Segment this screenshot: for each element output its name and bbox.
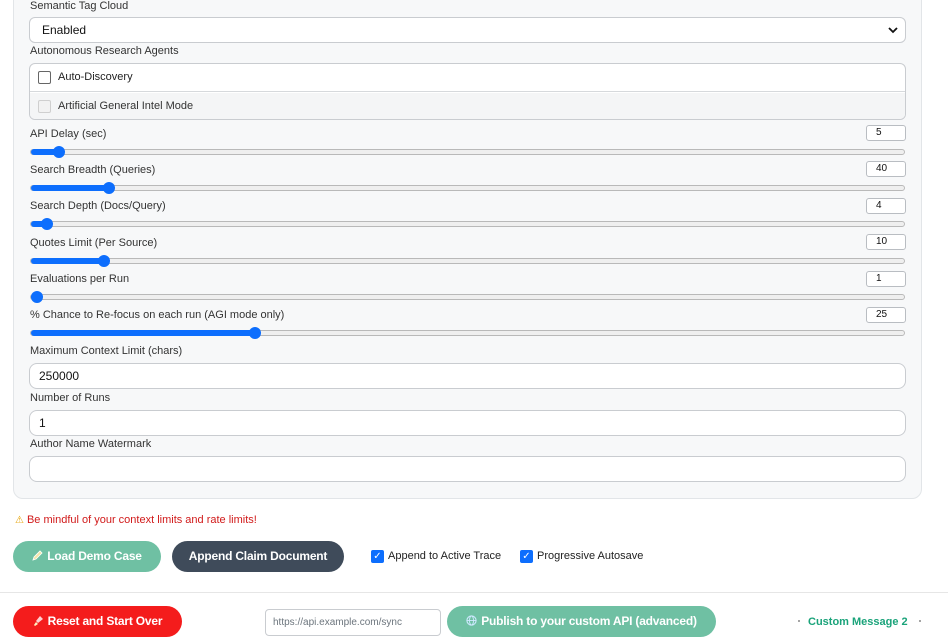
- publish-api-button[interactable]: Publish to your custom API (advanced): [447, 606, 716, 637]
- append-trace-label: Append to Active Trace: [388, 550, 502, 562]
- refocus-chance-value[interactable]: 25: [866, 307, 906, 323]
- separator-dot: [919, 620, 921, 622]
- rate-limit-warning: ⚠ Be mindful of your context limits and r…: [15, 514, 257, 526]
- semantic-tag-cloud-value: Enabled: [42, 23, 87, 37]
- agents-label: Autonomous Research Agents: [30, 45, 179, 57]
- slider-label: % Chance to Re-focus on each run (AGI mo…: [30, 309, 285, 321]
- num-runs-input[interactable]: 1: [29, 410, 906, 436]
- search-breadth-value[interactable]: 40: [866, 161, 906, 177]
- custom-message[interactable]: Custom Message 2: [808, 616, 908, 628]
- append-claim-button[interactable]: Append Claim Document: [172, 541, 344, 572]
- search-depth-slider[interactable]: [30, 218, 905, 230]
- refocus-chance-slider[interactable]: [30, 327, 905, 339]
- reset-label: Reset and Start Over: [47, 614, 163, 628]
- chevron-down-icon: [888, 27, 898, 34]
- autosave-label: Progressive Autosave: [537, 550, 644, 562]
- slider-thumb[interactable]: [52, 146, 65, 158]
- evaluations-value[interactable]: 1: [866, 271, 906, 287]
- evaluations-slider[interactable]: [30, 291, 905, 303]
- brush-icon: [33, 616, 43, 626]
- agi-mode-checkbox: [38, 100, 51, 113]
- agi-mode-label: Artificial General Intel Mode: [58, 100, 194, 112]
- author-watermark-label: Author Name Watermark: [30, 438, 152, 450]
- author-watermark-input[interactable]: [29, 456, 906, 482]
- quotes-limit-slider[interactable]: [30, 255, 905, 267]
- footer-divider: [0, 592, 948, 593]
- max-context-label: Maximum Context Limit (chars): [30, 345, 183, 357]
- search-breadth-slider[interactable]: [30, 182, 905, 194]
- load-demo-label: Load Demo Case: [47, 549, 142, 563]
- slider-thumb[interactable]: [31, 291, 43, 303]
- load-demo-button[interactable]: Load Demo Case: [13, 541, 161, 572]
- warning-icon: ⚠: [15, 515, 24, 526]
- globe-icon: [466, 615, 477, 626]
- slider-label: Evaluations per Run: [30, 273, 130, 285]
- append-trace-checkbox[interactable]: ✓: [371, 550, 384, 563]
- api-url-input[interactable]: https://api.example.com/sync: [265, 609, 441, 636]
- search-depth-value[interactable]: 4: [866, 198, 906, 214]
- autosave-checkbox[interactable]: ✓: [520, 550, 533, 563]
- separator-dot: [798, 620, 800, 622]
- max-context-input[interactable]: 250000: [29, 363, 906, 389]
- reset-button[interactable]: Reset and Start Over: [13, 606, 182, 637]
- slider-thumb[interactable]: [248, 327, 261, 339]
- publish-api-label: Publish to your custom API (advanced): [481, 614, 697, 628]
- api-delay-slider[interactable]: [30, 146, 905, 158]
- slider-label: API Delay (sec): [30, 128, 107, 140]
- semantic-tag-cloud-select[interactable]: Enabled: [29, 17, 906, 43]
- slider-label: Quotes Limit (Per Source): [30, 237, 158, 249]
- api-delay-value[interactable]: 5: [866, 125, 906, 141]
- quotes-limit-value[interactable]: 10: [866, 234, 906, 250]
- semantic-tag-cloud-label: Semantic Tag Cloud: [30, 0, 129, 12]
- warning-text: Be mindful of your context limits and ra…: [26, 514, 257, 526]
- agent-option-auto-discovery[interactable]: Auto-Discovery: [30, 64, 905, 92]
- auto-discovery-checkbox[interactable]: [38, 71, 51, 84]
- agent-option-agi-mode: Artificial General Intel Mode: [30, 93, 905, 119]
- agents-group: Auto-Discovery Artificial General Intel …: [29, 63, 906, 120]
- num-runs-label: Number of Runs: [30, 392, 111, 404]
- slider-label: Search Breadth (Queries): [30, 164, 156, 176]
- pencil-icon: [32, 550, 43, 561]
- auto-discovery-label: Auto-Discovery: [58, 71, 133, 83]
- slider-label: Search Depth (Docs/Query): [30, 200, 166, 212]
- append-claim-label: Append Claim Document: [188, 549, 328, 563]
